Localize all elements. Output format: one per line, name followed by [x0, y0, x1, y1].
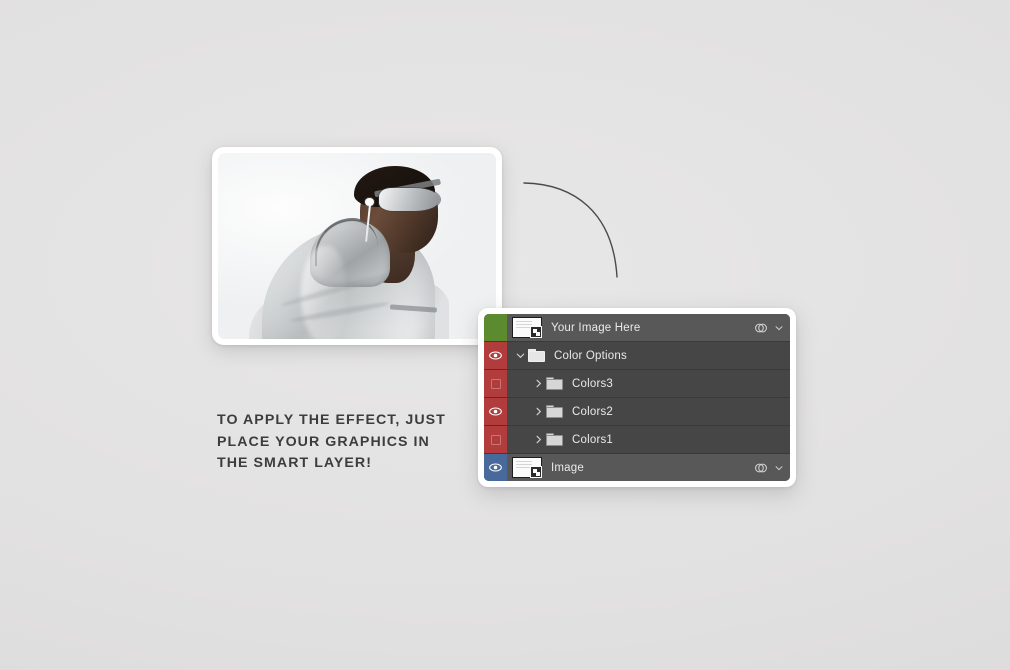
layer-row[interactable]: Your Image Here: [484, 314, 790, 342]
layer-row-body[interactable]: Your Image Here: [507, 314, 754, 341]
layer-visibility-toggle: [484, 314, 507, 341]
photo-card[interactable]: [212, 147, 502, 345]
subject-sunglasses: [379, 188, 441, 211]
layer-row-body[interactable]: Colors2: [507, 398, 784, 425]
instruction-text: TO APPLY THE EFFECT, JUST PLACE YOUR GRA…: [217, 410, 457, 475]
layer-row-actions[interactable]: [784, 370, 790, 397]
layer-row[interactable]: Colors1: [484, 426, 790, 454]
layer-row[interactable]: Image: [484, 454, 790, 481]
layer-row-actions[interactable]: [754, 314, 790, 341]
chevron-right-icon[interactable]: [533, 434, 544, 445]
layer-name: Colors3: [572, 377, 614, 390]
layer-effects-icon[interactable]: [754, 461, 768, 475]
layer-name: Color Options: [554, 349, 627, 362]
chevron-down-icon[interactable]: [515, 350, 526, 361]
eye-icon[interactable]: [489, 349, 502, 362]
smart-object-badge-icon: [530, 326, 542, 338]
layer-visibility-toggle[interactable]: [484, 342, 507, 369]
layers-list[interactable]: Your Image Here Color Options Colors3 Color…: [484, 314, 790, 481]
group-disclosure-toggle[interactable]: [512, 350, 528, 361]
layer-row-actions[interactable]: [784, 398, 790, 425]
layer-visibility-toggle[interactable]: [484, 398, 507, 425]
instruction-line-1: TO APPLY THE EFFECT, JUST: [217, 412, 446, 428]
chevron-right-icon[interactable]: [533, 378, 544, 389]
folder-icon: [546, 433, 563, 446]
layer-row[interactable]: Colors3: [484, 370, 790, 398]
eye-hidden-icon[interactable]: [490, 434, 501, 445]
instruction-line-2: PLACE YOUR GRAPHICS IN: [217, 433, 430, 450]
group-disclosure-toggle[interactable]: [530, 378, 546, 389]
eye-icon[interactable]: [489, 461, 502, 474]
layer-row-body[interactable]: Colors1: [507, 426, 784, 453]
instruction-line-3: THE SMART LAYER!: [217, 455, 373, 471]
group-disclosure-toggle[interactable]: [530, 406, 546, 417]
layer-thumbnail[interactable]: [512, 317, 542, 338]
layer-name: Colors1: [572, 433, 614, 446]
folder-icon: [546, 405, 563, 418]
folder-icon: [528, 349, 545, 362]
layer-name: Your Image Here: [551, 321, 641, 334]
layer-row[interactable]: Colors2: [484, 398, 790, 426]
layer-visibility-toggle[interactable]: [484, 370, 507, 397]
layer-name: Colors2: [572, 405, 614, 418]
layer-row-actions[interactable]: [754, 454, 790, 481]
chevron-down-icon[interactable]: [774, 323, 784, 333]
layer-visibility-toggle[interactable]: [484, 454, 507, 481]
layer-row[interactable]: Color Options: [484, 342, 790, 370]
layer-effects-icon[interactable]: [754, 321, 768, 335]
photo-frame: [218, 153, 496, 339]
layer-row-actions[interactable]: [784, 426, 790, 453]
layer-name: Image: [551, 461, 584, 474]
layer-thumbnail[interactable]: [512, 457, 542, 478]
layer-row-body[interactable]: Color Options: [507, 342, 784, 369]
layers-panel[interactable]: Your Image Here Color Options Colors3 Color…: [478, 308, 796, 487]
photo-image: [218, 153, 496, 339]
layer-row-body[interactable]: Colors3: [507, 370, 784, 397]
eye-icon[interactable]: [489, 405, 502, 418]
chevron-down-icon[interactable]: [774, 463, 784, 473]
smart-object-badge-icon: [530, 466, 542, 478]
layer-visibility-toggle[interactable]: [484, 426, 507, 453]
eye-hidden-icon[interactable]: [490, 378, 501, 389]
folder-icon: [546, 377, 563, 390]
layer-row-actions[interactable]: [784, 342, 790, 369]
layer-row-body[interactable]: Image: [507, 454, 754, 481]
chevron-right-icon[interactable]: [533, 406, 544, 417]
group-disclosure-toggle[interactable]: [530, 434, 546, 445]
